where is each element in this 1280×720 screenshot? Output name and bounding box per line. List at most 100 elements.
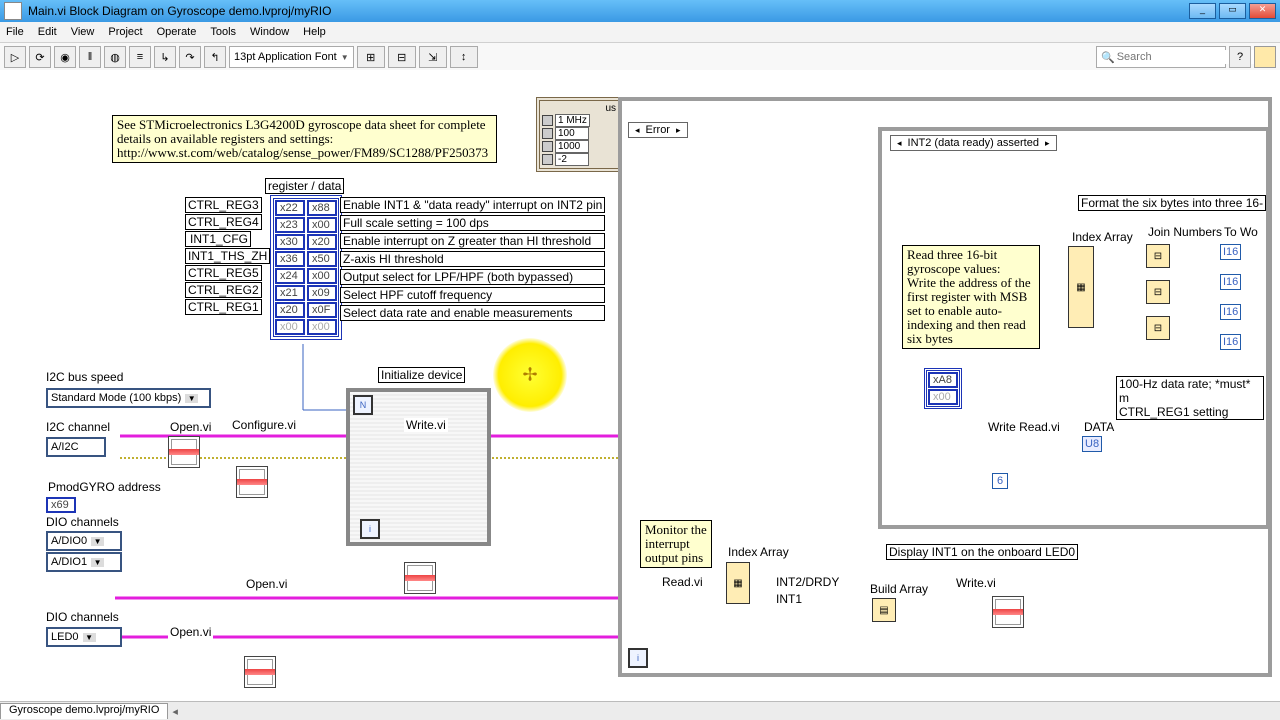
- chevron-down-icon[interactable]: ▼: [91, 558, 104, 567]
- reg-val-0[interactable]: x88: [307, 200, 337, 216]
- build-array-label: Build Array: [868, 582, 930, 596]
- pmod-addr-value[interactable]: x69: [46, 497, 76, 513]
- loop-i-terminal[interactable]: i: [360, 519, 380, 539]
- data-u8-node: U8: [1082, 436, 1102, 452]
- build-array-node[interactable]: ▤: [872, 598, 896, 622]
- timing-dt[interactable]: 100: [555, 127, 589, 140]
- caret-right-icon[interactable]: ▸: [676, 125, 681, 136]
- timing-val4[interactable]: -2: [555, 153, 589, 166]
- status-tab[interactable]: Gyroscope demo.lvproj/myRIO: [0, 703, 168, 719]
- font-selector[interactable]: 13pt Application Font ▼: [229, 46, 354, 68]
- a8-array[interactable]: xA8 x00: [924, 368, 962, 409]
- reg-val-blank[interactable]: x00: [307, 319, 337, 335]
- block-diagram[interactable]: See STMicroelectronics L3G4200D gyroscop…: [0, 70, 1280, 702]
- pause-button[interactable]: ‖: [79, 46, 101, 68]
- resize-button[interactable]: ⇲: [419, 46, 447, 68]
- reg-desc-5: Select HPF cutoff frequency: [340, 287, 605, 303]
- menu-help[interactable]: Help: [303, 26, 326, 38]
- loop-i-terminal-2[interactable]: i: [628, 648, 648, 668]
- case-selector-int2[interactable]: ◂ INT2 (data ready) asserted ▸: [890, 135, 1057, 151]
- search-box[interactable]: 🔍 🔍: [1096, 46, 1226, 68]
- menubar: File Edit View Project Operate Tools Win…: [0, 22, 1280, 43]
- reg-val-5[interactable]: x09: [307, 285, 337, 301]
- index-array-node-top[interactable]: ▦: [1068, 246, 1094, 328]
- a8-value[interactable]: xA8: [928, 372, 958, 388]
- reg-addr-2[interactable]: x30: [275, 234, 305, 250]
- join-node-2[interactable]: ⊟: [1146, 316, 1170, 340]
- dio1-value: A/DIO1: [51, 556, 87, 568]
- i2c-speed-dropdown[interactable]: Standard Mode (100 kbps) ▼: [46, 388, 211, 408]
- i2c-channel-dropdown[interactable]: A/I2C: [46, 437, 106, 457]
- join-node-1[interactable]: ⊟: [1146, 280, 1170, 304]
- menu-operate[interactable]: Operate: [157, 26, 197, 38]
- reorder-button[interactable]: ↕: [450, 46, 478, 68]
- configure-vi-node[interactable]: [236, 466, 268, 498]
- distribute-button[interactable]: ⊟: [388, 46, 416, 68]
- abort-button[interactable]: ◉: [54, 46, 76, 68]
- reg-val-1[interactable]: x00: [307, 217, 337, 233]
- chevron-down-icon[interactable]: ▼: [83, 633, 96, 642]
- menu-view[interactable]: View: [71, 26, 95, 38]
- caret-left-icon[interactable]: ◂: [635, 125, 640, 136]
- open-vi-node-1[interactable]: [168, 436, 200, 468]
- chevron-down-icon[interactable]: ▼: [91, 537, 104, 546]
- case-selector-error[interactable]: ◂ Error ▸: [628, 122, 688, 138]
- six-constant[interactable]: 6: [992, 473, 1008, 489]
- reg-addr-5[interactable]: x21: [275, 285, 305, 301]
- reg-val-6[interactable]: x0F: [307, 302, 337, 318]
- monitor-note: Monitor the interrupt output pins: [640, 520, 712, 568]
- menu-tools[interactable]: Tools: [210, 26, 236, 38]
- open-vi-label-1: Open.vi: [168, 420, 213, 434]
- int1-label: INT1: [774, 592, 804, 606]
- align-button[interactable]: ⊞: [357, 46, 385, 68]
- timing-cluster[interactable]: us 1 MHz 100 1000 -2: [536, 97, 622, 172]
- reg-desc-4: Output select for LPF/HPF (both bypassed…: [340, 269, 605, 285]
- for-loop[interactable]: N i: [346, 388, 491, 546]
- run-continuous-button[interactable]: ⟳: [29, 46, 51, 68]
- step-into-button[interactable]: ↳: [154, 46, 176, 68]
- reg-val-2[interactable]: x20: [307, 234, 337, 250]
- reg-val-4[interactable]: x00: [307, 268, 337, 284]
- tab-scroll-icon[interactable]: ◂: [172, 705, 178, 718]
- dio-channels-array-1[interactable]: A/DIO0▼ A/DIO1▼: [46, 531, 122, 572]
- menu-file[interactable]: File: [6, 26, 24, 38]
- write-read-vi-node[interactable]: [992, 596, 1024, 628]
- vi-icon[interactable]: [1254, 46, 1276, 68]
- dio-channels-array-2[interactable]: LED0▼: [46, 627, 122, 647]
- step-out-button[interactable]: ↰: [204, 46, 226, 68]
- run-button[interactable]: ▷: [4, 46, 26, 68]
- reg-addr-6[interactable]: x20: [275, 302, 305, 318]
- cluster-port-icon: [542, 128, 553, 139]
- caret-right-icon[interactable]: ▸: [1045, 138, 1050, 149]
- highlight-button[interactable]: ◍: [104, 46, 126, 68]
- chevron-down-icon[interactable]: ▼: [185, 394, 198, 403]
- register-table: CTRL_REG3 CTRL_REG4 INT1_CFG INT1_THS_ZH…: [185, 197, 270, 315]
- retain-button[interactable]: ≡: [129, 46, 151, 68]
- caret-left-icon[interactable]: ◂: [897, 138, 902, 149]
- index-array-node-bottom[interactable]: ▦: [726, 562, 750, 604]
- reg-addr-3[interactable]: x36: [275, 251, 305, 267]
- reg-addr-1[interactable]: x23: [275, 217, 305, 233]
- open-vi-node-2[interactable]: [244, 656, 276, 688]
- loop-n-terminal[interactable]: N: [353, 395, 373, 415]
- timing-speed[interactable]: 1 MHz: [555, 114, 590, 127]
- a8-sub[interactable]: x00: [928, 389, 958, 405]
- dio-channels-label-1: DIO channels: [44, 515, 121, 529]
- menu-window[interactable]: Window: [250, 26, 289, 38]
- help-button[interactable]: ?: [1229, 46, 1251, 68]
- menu-edit[interactable]: Edit: [38, 26, 57, 38]
- timing-val3[interactable]: 1000: [555, 140, 589, 153]
- reg-addr-4[interactable]: x24: [275, 268, 305, 284]
- write-vi-node[interactable]: [404, 562, 436, 594]
- register-values-array[interactable]: x22x88 x23x00 x30x20 x36x50 x24x00 x21x0…: [270, 195, 342, 340]
- crosshair-icon: ✢: [522, 365, 537, 386]
- reg-val-3[interactable]: x50: [307, 251, 337, 267]
- step-over-button[interactable]: ↷: [179, 46, 201, 68]
- join-node-0[interactable]: ⊟: [1146, 244, 1170, 268]
- reg-addr-0[interactable]: x22: [275, 200, 305, 216]
- menu-project[interactable]: Project: [108, 26, 142, 38]
- maximize-button[interactable]: ▭: [1219, 3, 1246, 19]
- minimize-button[interactable]: _: [1189, 3, 1216, 19]
- close-button[interactable]: ✕: [1249, 3, 1276, 19]
- reg-addr-blank[interactable]: x00: [275, 319, 305, 335]
